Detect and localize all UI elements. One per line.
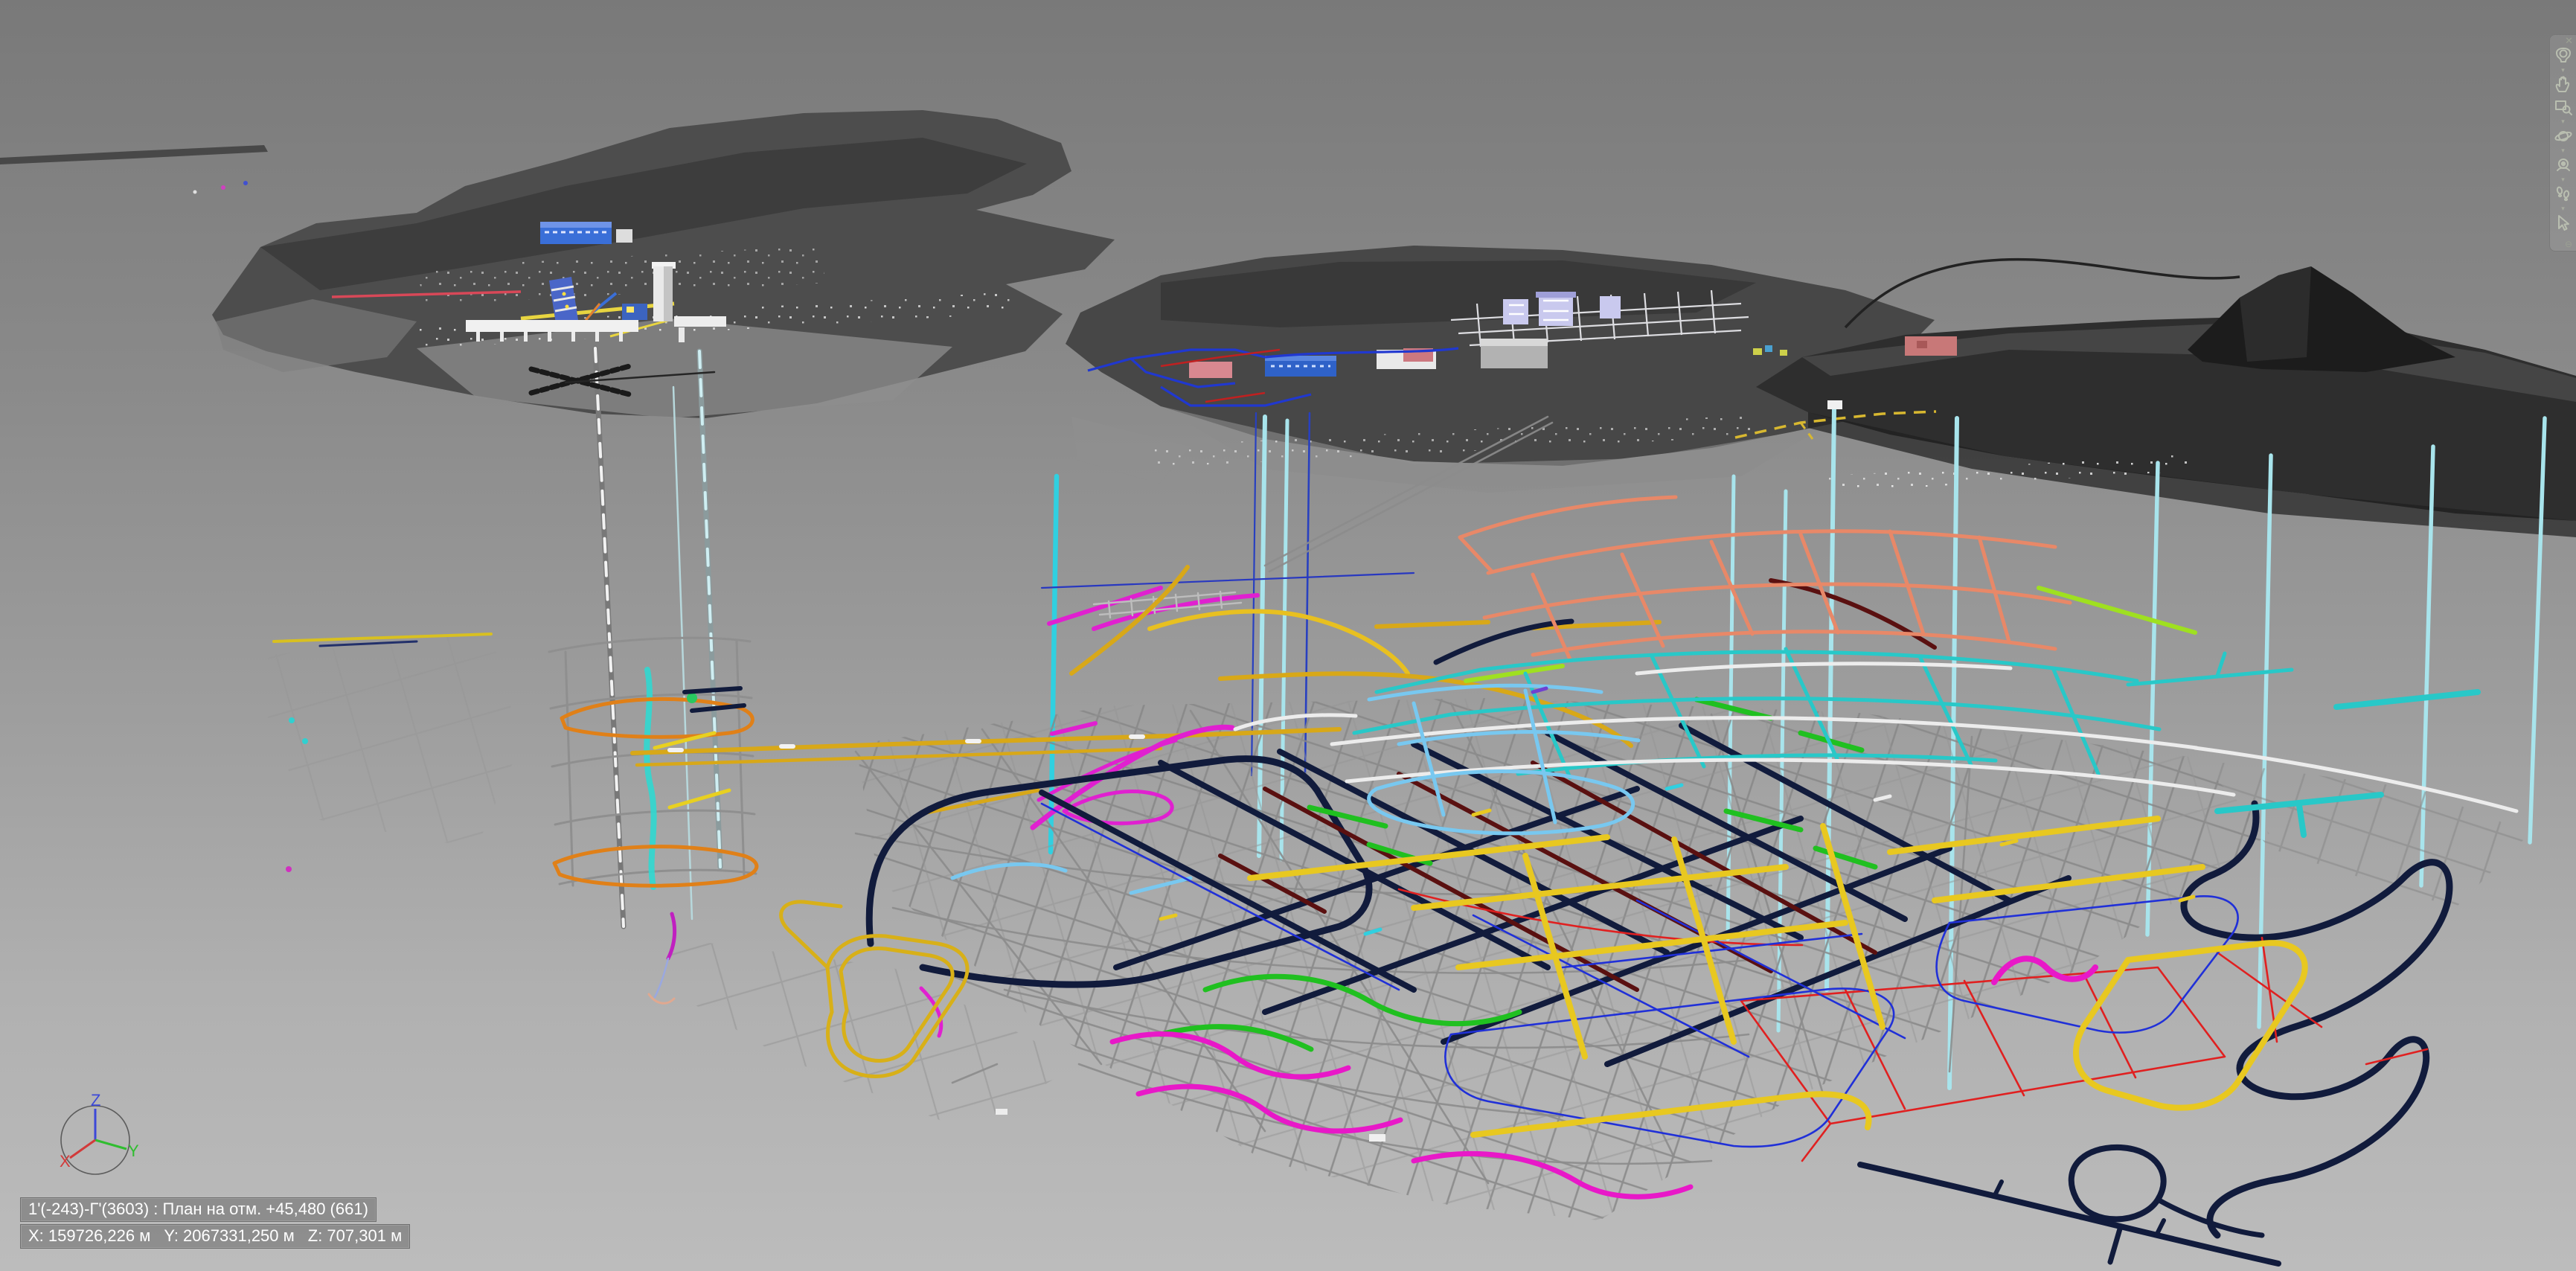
chevron-down-icon[interactable]: ▾	[2561, 67, 2565, 74]
coordinate-z: Z: 707,301 м	[308, 1226, 402, 1245]
axis-x-label: X	[60, 1152, 71, 1171]
orientation-axes-gizmo: Z Y X	[49, 1094, 141, 1186]
pan-hand-icon[interactable]	[2552, 74, 2575, 96]
chevron-down-icon[interactable]: ▾	[2561, 176, 2565, 183]
coordinate-y: Y: 2067331,250 м	[164, 1226, 294, 1245]
chevron-down-icon[interactable]: ▾	[2561, 205, 2565, 212]
chevron-down-icon[interactable]: ▾	[2561, 118, 2565, 125]
select-arrow-icon[interactable]	[2552, 212, 2575, 234]
axis-z-label: Z	[91, 1094, 100, 1110]
navigation-bar: ✕ ▾ ▾ ▾ ▾	[2549, 34, 2576, 252]
section-plan-text: 1'(-243)-Г'(3603) : План на отм. +45,480…	[28, 1200, 368, 1218]
coordinate-x: X: 159726,226 м	[28, 1226, 150, 1245]
status-coordinates: X: 159726,226 м Y: 2067331,250 м Z: 707,30…	[21, 1225, 409, 1248]
orbit-icon[interactable]	[2552, 125, 2575, 147]
collapse-navbar-icon[interactable]: ⊖	[2565, 240, 2572, 248]
look-around-icon[interactable]	[2552, 154, 2575, 176]
zoom-window-icon[interactable]	[2552, 96, 2575, 118]
walk-icon[interactable]	[2552, 183, 2575, 205]
axis-y-label: Y	[128, 1142, 139, 1160]
chevron-down-icon[interactable]: ▾	[2561, 147, 2565, 154]
mine-model-scene[interactable]	[0, 0, 2576, 1271]
steering-wheel-icon[interactable]	[2552, 45, 2575, 67]
close-icon[interactable]: ✕	[2565, 37, 2573, 45]
status-section-label: 1'(-243)-Г'(3603) : План на отм. +45,480…	[21, 1198, 376, 1221]
3d-viewport[interactable]: ✕ ▾ ▾ ▾ ▾	[0, 0, 2576, 1271]
